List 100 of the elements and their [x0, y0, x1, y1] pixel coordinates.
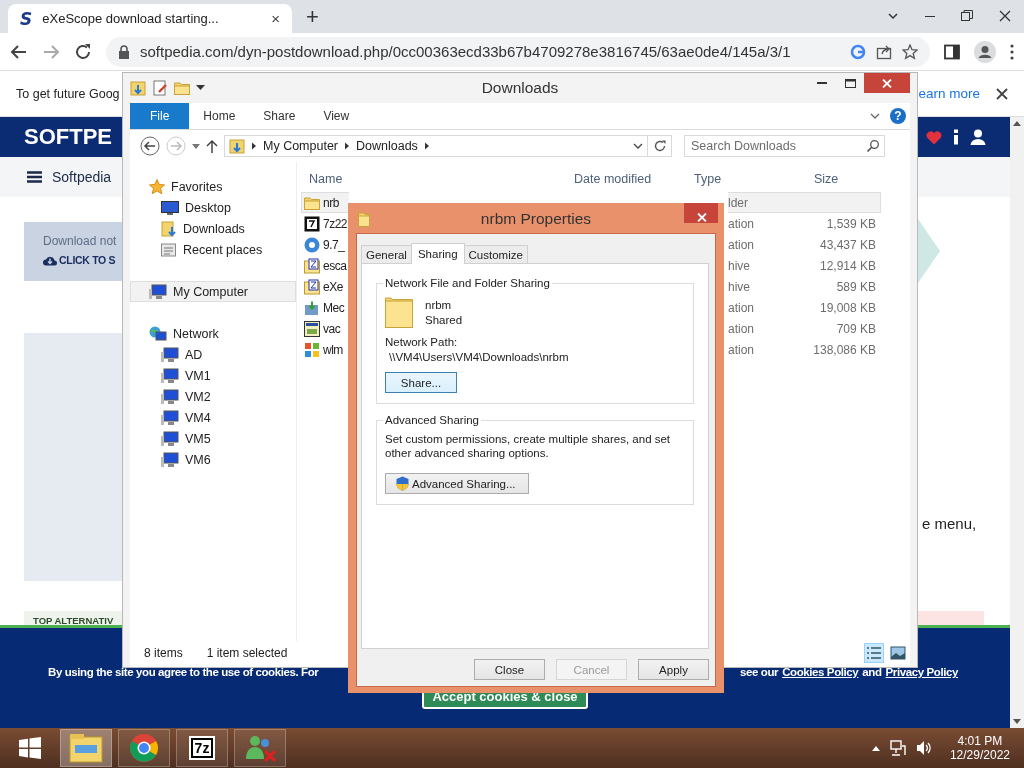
scroll-down-icon[interactable]	[1013, 719, 1021, 724]
back-icon[interactable]	[140, 136, 160, 156]
nav-item[interactable]: Network	[130, 323, 296, 344]
address-bar[interactable]: softpedia.com/dyn-postdownload.php/0cc00363ecd33b67b4709278e3816745/63ae0de4/145a/3/1	[106, 36, 930, 67]
file-details[interactable]: ation 43,437 KB	[728, 234, 881, 255]
computer-icon[interactable]	[161, 346, 179, 363]
nav-item[interactable]: VM2	[130, 386, 296, 407]
heart-icon[interactable]	[926, 129, 942, 145]
side-panel-icon[interactable]	[944, 43, 960, 60]
file-details[interactable]: ation 1,539 KB	[728, 213, 881, 234]
file-item[interactable]: esca	[301, 255, 349, 276]
clock[interactable]: 4:01 PM 12/29/2022	[949, 734, 1010, 762]
properties-icon[interactable]	[152, 80, 168, 96]
share-button[interactable]: Share...	[385, 372, 457, 393]
start-icon[interactable]	[19, 737, 41, 759]
network-icon[interactable]	[149, 325, 167, 342]
help-button[interactable]: ?	[890, 108, 906, 124]
menu-icon[interactable]	[27, 171, 42, 183]
profile-icon[interactable]	[974, 40, 996, 63]
ribbon-tab[interactable]: View	[309, 103, 364, 129]
taskbar-app[interactable]	[234, 729, 286, 767]
dialog-tab[interactable]: Customize	[463, 245, 528, 263]
computer-icon[interactable]	[161, 451, 179, 468]
folder-icon[interactable]	[69, 733, 103, 763]
new-tab-button[interactable]: +	[306, 4, 319, 30]
file-details[interactable]: hive 589 KB	[728, 276, 881, 297]
view-button[interactable]	[864, 643, 884, 663]
cookies-policy-link[interactable]: Cookies Policy	[782, 666, 859, 678]
google-icon[interactable]	[850, 43, 866, 60]
close-icon[interactable]	[996, 87, 1008, 100]
star-outline-icon[interactable]	[902, 43, 918, 60]
file-item[interactable]: eXe	[301, 276, 349, 297]
dialog-button[interactable]: Apply	[638, 659, 709, 680]
refresh-button[interactable]	[648, 135, 672, 157]
file-details[interactable]: ation 709 KB	[728, 318, 881, 339]
column-header[interactable]: Date modified	[566, 172, 686, 186]
view-button[interactable]	[888, 643, 908, 663]
computer-icon[interactable]	[161, 367, 179, 384]
path-segment[interactable]: Downloads	[356, 139, 418, 153]
close-button[interactable]	[864, 73, 910, 93]
file-item[interactable]: nrb	[301, 192, 349, 213]
back-icon[interactable]	[10, 42, 28, 61]
file-item[interactable]: Mec	[301, 297, 349, 318]
folder-down-icon[interactable]	[130, 80, 146, 96]
computer-icon[interactable]	[161, 388, 179, 405]
privacy-policy-link[interactable]: Privacy Policy	[885, 666, 958, 678]
volume-icon[interactable]	[915, 740, 932, 756]
file-item[interactable]: wlm	[301, 339, 349, 360]
nav-item[interactable]: VM5	[130, 428, 296, 449]
menu-icon[interactable]	[1010, 43, 1014, 60]
dialog-tab[interactable]: Sharing	[410, 243, 465, 264]
computer-icon[interactable]	[161, 409, 179, 426]
star-icon[interactable]	[149, 178, 165, 195]
address-bar[interactable]: My Computer Downloads	[224, 135, 648, 157]
file-item[interactable]: 9.7_	[301, 234, 349, 255]
expand-ribbon-icon[interactable]	[870, 113, 880, 119]
info-icon[interactable]	[952, 129, 960, 145]
file-details[interactable]: hive 12,914 KB	[728, 255, 881, 276]
recent-dropdown-icon[interactable]	[192, 143, 200, 149]
people-icon[interactable]	[243, 733, 277, 763]
user-icon[interactable]	[970, 129, 986, 145]
download-link[interactable]: CLICK TO S	[43, 254, 116, 266]
recent-places-icon[interactable]	[161, 241, 177, 258]
advanced-sharing-button[interactable]: Advanced Sharing...	[385, 473, 529, 494]
computer-icon[interactable]	[149, 283, 167, 300]
dialog-tab[interactable]: General	[361, 245, 412, 263]
reload-icon[interactable]	[74, 42, 92, 61]
nav-item[interactable]: VM4	[130, 407, 296, 428]
nav-item[interactable]: Recent places	[130, 239, 296, 260]
column-header[interactable]: Size	[806, 172, 876, 186]
tab-close-button[interactable]: ×	[271, 10, 280, 27]
nav-item[interactable]: Favorites	[130, 176, 296, 197]
show-hidden-icon[interactable]	[871, 745, 880, 751]
network-icon[interactable]	[889, 740, 906, 756]
dropdown-icon[interactable]	[633, 143, 643, 149]
file-details[interactable]: lder	[728, 192, 881, 213]
maximize-icon[interactable]	[844, 78, 856, 88]
dialog-button[interactable]: Close	[474, 659, 545, 680]
scroll-up-icon[interactable]	[1013, 121, 1021, 126]
site-logo[interactable]: SOFTPE	[24, 124, 112, 150]
downloads-folder-icon[interactable]	[161, 220, 177, 237]
ribbon-tab[interactable]: Home	[189, 103, 250, 129]
learn-more-link[interactable]: earn more	[918, 86, 980, 101]
nav-item[interactable]: Downloads	[130, 218, 296, 239]
file-item[interactable]: vac	[301, 318, 349, 339]
taskbar-app[interactable]: 7z	[176, 729, 228, 767]
close-button[interactable]	[684, 203, 718, 223]
taskbar-app[interactable]	[118, 729, 170, 767]
share-icon[interactable]	[876, 43, 892, 60]
browser-tab[interactable]: S eXeScope download starting... ×	[8, 4, 292, 33]
column-header[interactable]: Type	[686, 172, 806, 186]
nav-item[interactable]: Desktop	[130, 197, 296, 218]
search-field[interactable]: Search Downloads	[684, 135, 885, 157]
ribbon-tab[interactable]: Share	[249, 103, 310, 129]
dropdown-icon[interactable]	[196, 85, 205, 91]
file-details[interactable]: ation 138,086 KB	[728, 339, 881, 360]
nav-item[interactable]: My Computer	[130, 281, 296, 302]
nav-item[interactable]: VM1	[130, 365, 296, 386]
chrome-icon[interactable]	[129, 733, 159, 763]
file-details[interactable]: ation 19,008 KB	[728, 297, 881, 318]
